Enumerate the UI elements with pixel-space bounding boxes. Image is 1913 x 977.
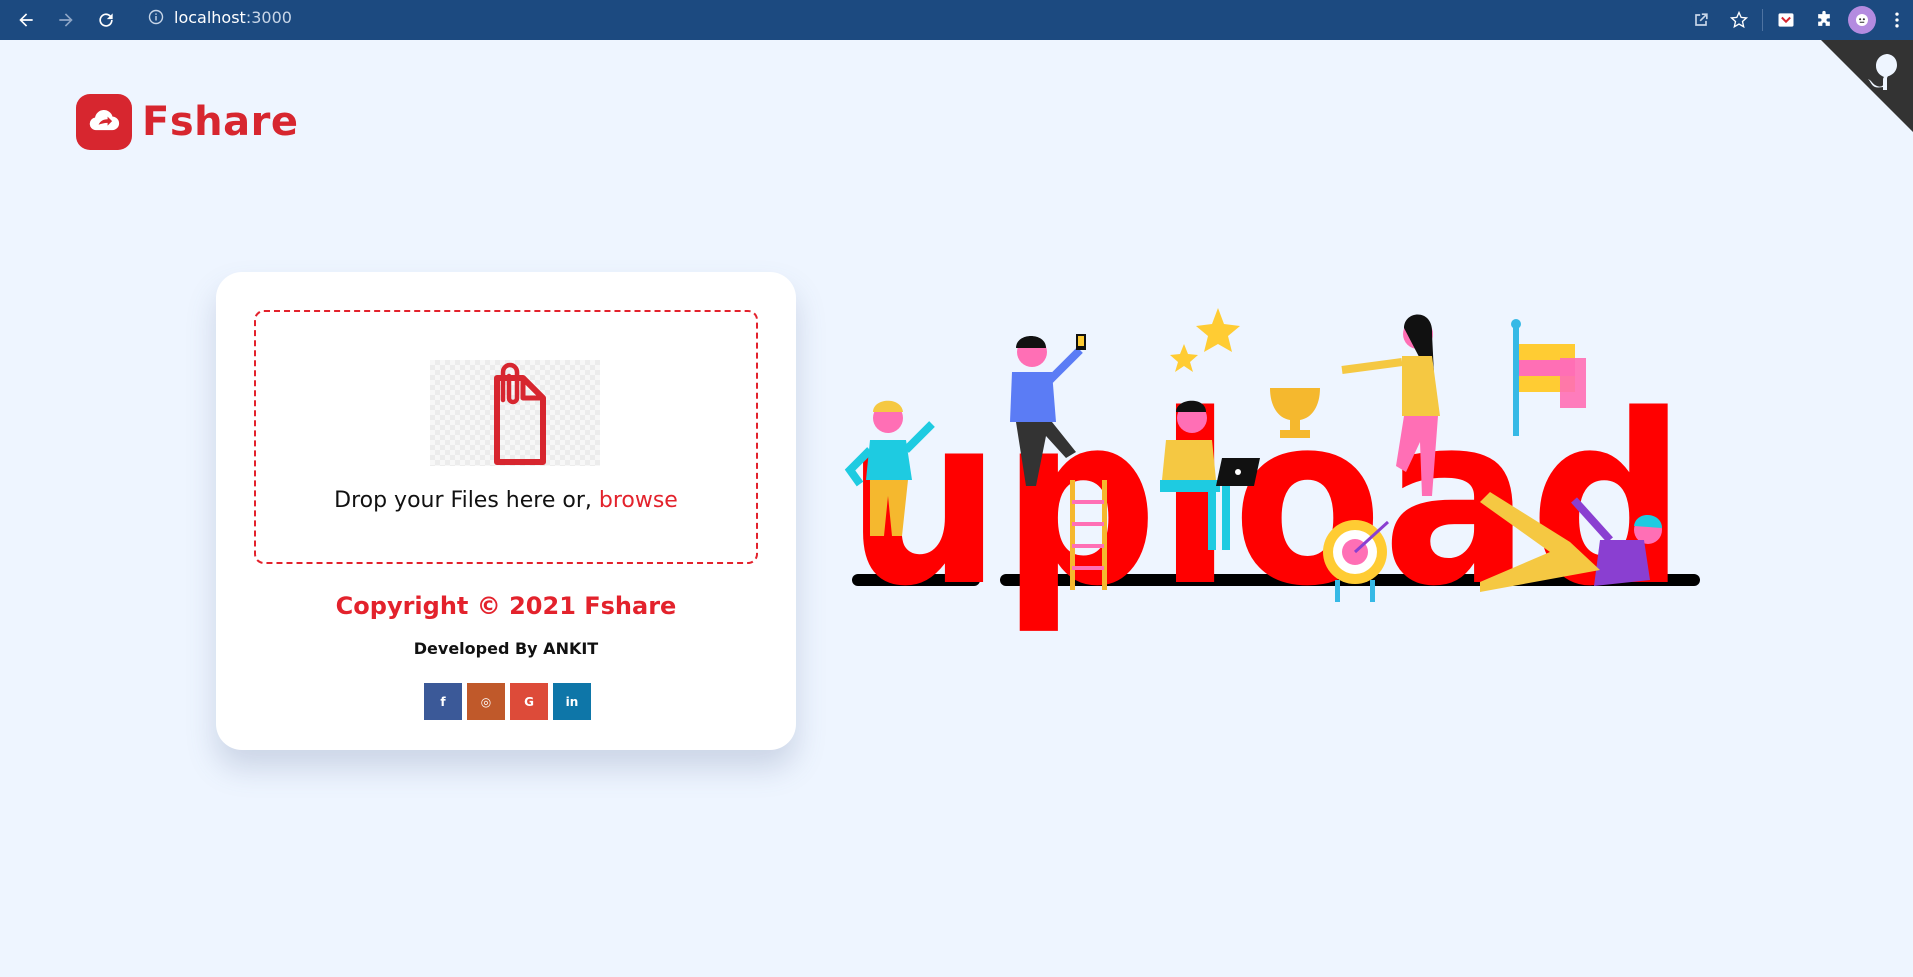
copyright-text: Copyright © 2021 Fshare [335,592,677,620]
developer-credit: Developed By ANKIT [413,639,599,658]
forward-icon[interactable] [46,0,86,40]
upload-illustration: upload [844,308,1700,638]
info-icon[interactable] [148,9,164,25]
brand-logo[interactable]: Fshare [76,94,298,150]
upload-card: Drop your Files here or, browse Copyrigh… [216,272,796,750]
reload-icon[interactable] [86,0,126,40]
github-corner-icon[interactable] [1821,40,1913,132]
flag-pole [1513,326,1519,436]
browse-link[interactable]: browse [599,488,678,513]
url-port: :3000 [245,7,292,27]
star-icon[interactable] [1720,0,1758,40]
back-icon[interactable] [6,0,46,40]
instagram-icon[interactable]: ◎ [467,683,505,720]
drop-instructions: Drop your Files here or, browse [256,488,756,513]
cloud-upload-icon [76,94,132,150]
browser-toolbar: localhost:3000 [0,0,1913,40]
star-icon-large [1196,308,1240,352]
toolbar-actions [1682,0,1913,40]
linkedin-icon[interactable]: in [553,683,591,720]
file-icon-container [430,360,600,466]
file-drop-zone[interactable]: Drop your Files here or, browse [254,310,758,564]
profile-avatar[interactable] [1843,0,1881,40]
google-icon[interactable]: G [510,683,548,720]
url-host: localhost [174,7,246,27]
share-icon[interactable] [1682,0,1720,40]
kebab-menu-icon[interactable] [1881,0,1913,40]
address-bar[interactable]: localhost:3000 [136,2,1696,32]
extension-pocket-icon[interactable] [1767,0,1805,40]
puzzle-icon[interactable] [1805,0,1843,40]
drop-text: Drop your Files here or, [334,488,592,513]
flag-stripe [1519,344,1575,360]
url-text: localhost:3000 [174,8,292,27]
flag-tail [1560,358,1586,408]
brand-name: Fshare [142,99,299,145]
toolbar-separator [1762,9,1763,31]
flag-pole-top [1511,319,1521,329]
facebook-icon[interactable]: f [424,683,462,720]
file-clip-icon [494,362,546,465]
social-links: f ◎ G in [424,683,591,720]
